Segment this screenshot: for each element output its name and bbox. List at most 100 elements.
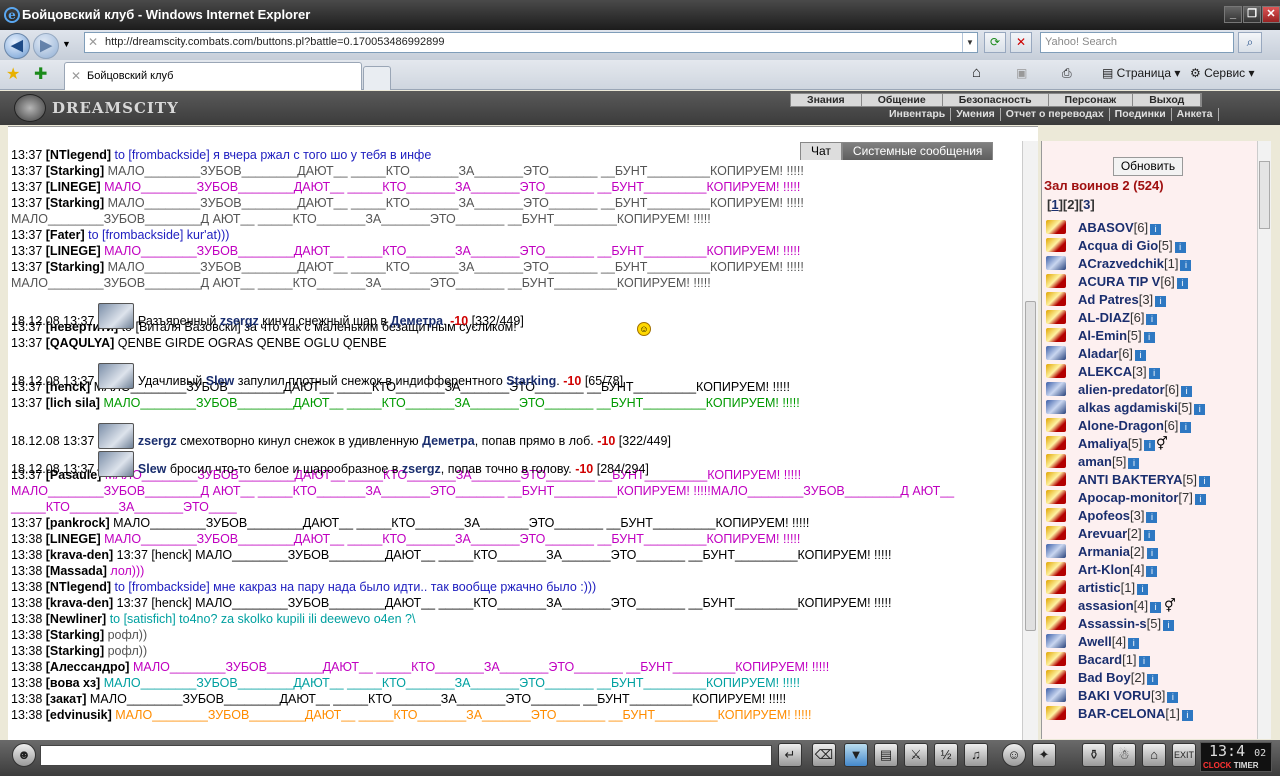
bag-icon[interactable]: ⚱ — [1082, 743, 1106, 767]
sound-icon[interactable]: ♫ — [964, 743, 988, 767]
player-name[interactable]: Assassin-s — [1078, 616, 1147, 631]
player-info-icon[interactable]: i — [1174, 242, 1186, 253]
chat-nick[interactable]: [edvinusik] — [46, 708, 112, 722]
player-info-icon[interactable]: i — [1134, 350, 1146, 361]
address-bar[interactable]: ✕ http://dreamscity.combats.com/buttons.… — [84, 32, 978, 53]
player-info-icon[interactable]: i — [1144, 440, 1156, 451]
maximize-button[interactable]: ❐ — [1243, 6, 1261, 23]
exit-icon[interactable]: EXIT — [1172, 743, 1196, 767]
minimize-button[interactable]: _ — [1224, 6, 1242, 23]
player-name[interactable]: Amaliya — [1078, 436, 1128, 451]
service-menu[interactable]: ⚙ Сервис ▾ — [1190, 66, 1255, 80]
favorites-star-icon[interactable]: ★ — [6, 64, 20, 84]
page-menu[interactable]: ▤ Страница ▾ — [1102, 66, 1180, 80]
home-icon[interactable]: ⌂ — [972, 64, 981, 81]
refresh-button[interactable]: Обновить — [1113, 157, 1183, 176]
chat-nick[interactable]: [Starking] — [46, 196, 104, 210]
close-button[interactable]: ✕ — [1262, 6, 1280, 23]
player-name[interactable]: Apofeos — [1078, 508, 1130, 523]
send-enter-icon[interactable]: ↵ — [778, 743, 802, 767]
player-row[interactable]: AL-DIAZ[6] i — [1046, 309, 1256, 327]
player-info-icon[interactable]: i — [1147, 674, 1159, 685]
back-button[interactable]: ◀ — [4, 33, 30, 59]
cowboy-icon[interactable]: ☃ — [1112, 743, 1136, 767]
chat-nick[interactable]: [QAQULYA] — [46, 336, 115, 350]
player-name[interactable]: Apocap-monitor — [1078, 490, 1178, 505]
player-row[interactable]: Acqua di Gio[5] i — [1046, 237, 1256, 255]
player-info-icon[interactable]: i — [1150, 224, 1162, 235]
chat-nick[interactable]: [Starking] — [46, 164, 104, 178]
clear-eraser-icon[interactable]: ⌫ — [812, 743, 836, 767]
player-name[interactable]: Ad Patres — [1078, 292, 1139, 307]
event-target[interactable]: Starking — [506, 374, 556, 388]
player-row[interactable]: ALEKCA[3] i — [1046, 363, 1256, 381]
player-name[interactable]: ABASOV — [1078, 220, 1134, 235]
fight-icon[interactable]: ⚔ — [904, 743, 928, 767]
chat-nick[interactable]: [lich sila] — [46, 396, 100, 410]
player-name[interactable]: Al-Emin — [1078, 328, 1127, 343]
player-name[interactable]: Alone-Dragon — [1078, 418, 1164, 433]
filter-icon[interactable]: ▼ — [844, 743, 868, 767]
player-name[interactable]: BAKI VORU — [1078, 688, 1151, 703]
chat-nick[interactable]: [LINEGE] — [46, 532, 101, 546]
menu-character[interactable]: Персонаж — [1049, 94, 1134, 106]
history-dropdown-icon[interactable]: ▼ — [62, 39, 71, 49]
player-row[interactable]: Assassin-s[5] i — [1046, 615, 1256, 633]
stop-icon[interactable]: ✕ — [1010, 32, 1032, 53]
chat-nick[interactable]: [вова хз] — [46, 676, 100, 690]
player-info-icon[interactable]: i — [1128, 458, 1140, 469]
player-info-icon[interactable]: i — [1148, 368, 1160, 379]
player-name[interactable]: Bacard — [1078, 652, 1122, 667]
player-name[interactable]: ALEKCA — [1078, 364, 1132, 379]
tab-chat[interactable]: Чат — [800, 142, 842, 160]
player-info-icon[interactable]: i — [1137, 584, 1149, 595]
add-favorites-icon[interactable]: ✚ — [34, 64, 47, 84]
player-info-icon[interactable]: i — [1138, 656, 1150, 667]
player-row[interactable]: ANTI BAKTERYA[5] i — [1046, 471, 1256, 489]
player-name[interactable]: assasion — [1078, 598, 1134, 613]
player-name[interactable]: AL-DIAZ — [1078, 310, 1130, 325]
event-attacker[interactable]: Slew — [206, 374, 235, 388]
player-info-icon[interactable]: i — [1180, 422, 1192, 433]
player-row[interactable]: Bad Boy[2] i — [1046, 669, 1256, 687]
player-row[interactable]: Arevuar[2] i — [1046, 525, 1256, 543]
user-avatar-icon[interactable]: ☻ — [12, 743, 36, 767]
private-icon[interactable]: ½ — [934, 743, 958, 767]
player-name[interactable]: Bad Boy — [1078, 670, 1131, 685]
chat-nick[interactable]: [NTlegend] — [46, 580, 111, 594]
player-row[interactable]: ACURA TIP V[6] i — [1046, 273, 1256, 291]
player-info-icon[interactable]: i — [1198, 476, 1210, 487]
event-attacker[interactable]: Slew — [138, 462, 167, 476]
players-scroll-thumb[interactable] — [1259, 161, 1270, 229]
chat-nick[interactable]: [Starking] — [46, 644, 104, 658]
player-info-icon[interactable]: i — [1146, 548, 1158, 559]
address-dropdown-icon[interactable]: ▼ — [962, 33, 977, 52]
player-row[interactable]: Apocap-monitor[7] i — [1046, 489, 1256, 507]
player-row[interactable]: artistic[1] i — [1046, 579, 1256, 597]
player-name[interactable]: Aladar — [1078, 346, 1118, 361]
chat-nick[interactable]: [Newliner] — [46, 612, 106, 626]
player-info-icon[interactable]: i — [1163, 620, 1175, 631]
player-row[interactable]: ABASOV[6] i — [1046, 219, 1256, 237]
chat-scroll-thumb[interactable] — [1025, 301, 1036, 631]
player-row[interactable]: Bacard[1] i — [1046, 651, 1256, 669]
refresh-icon[interactable]: ⟳ — [984, 32, 1006, 53]
chat-nick[interactable]: [pankrock] — [46, 516, 110, 530]
chat-nick[interactable]: [закат] — [46, 692, 87, 706]
players-scrollbar[interactable] — [1257, 141, 1271, 739]
menu-security[interactable]: Безопасность — [943, 94, 1049, 106]
player-info-icon[interactable]: i — [1146, 566, 1158, 577]
player-info-icon[interactable]: i — [1128, 638, 1140, 649]
player-info-icon[interactable]: i — [1194, 404, 1206, 415]
player-info-icon[interactable]: i — [1180, 260, 1192, 271]
book-icon[interactable]: ▤ — [874, 743, 898, 767]
player-name[interactable]: aman — [1078, 454, 1112, 469]
event-attacker[interactable]: zsergz — [220, 314, 259, 328]
new-tab-button[interactable] — [363, 66, 391, 90]
player-row[interactable]: ACrazvedchik[1] i — [1046, 255, 1256, 273]
feeds-icon[interactable]: ▣ — [1016, 66, 1027, 80]
player-row[interactable]: BAKI VORU[3] i — [1046, 687, 1256, 705]
menu-exit[interactable]: Выход — [1133, 94, 1202, 106]
player-info-icon[interactable]: i — [1194, 494, 1206, 505]
print-icon[interactable]: ⎙ — [1062, 66, 1072, 81]
